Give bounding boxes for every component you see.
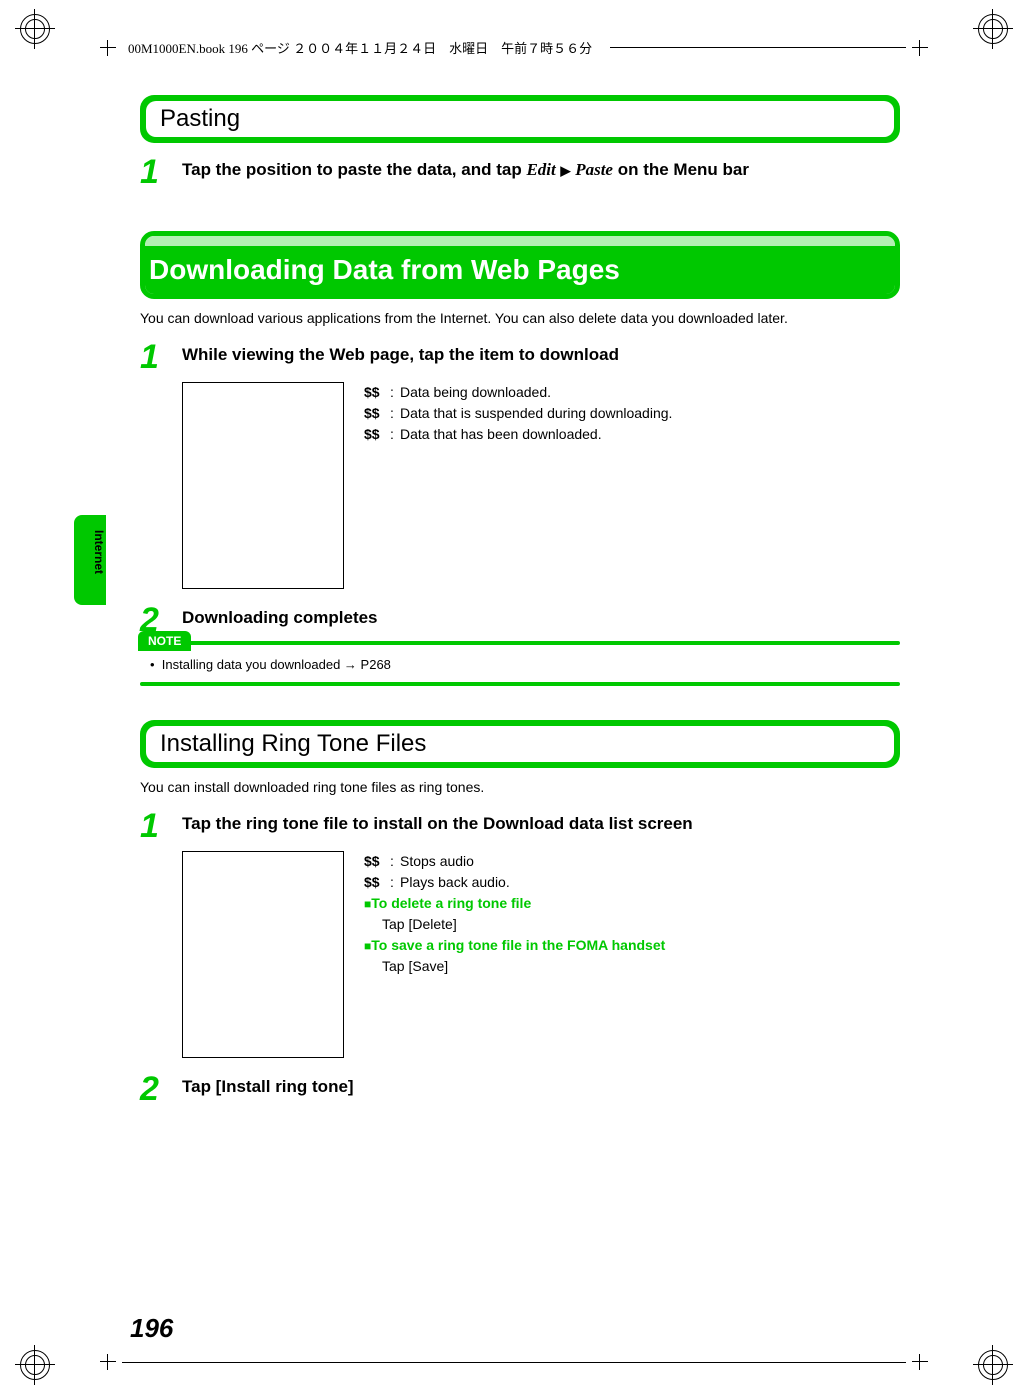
- section-heading-ringtone: Installing Ring Tone Files: [140, 720, 900, 768]
- step-number-icon: 1: [140, 340, 182, 374]
- section-heading-text: Downloading Data from Web Pages: [145, 246, 895, 294]
- print-header: 00M1000EN.book 196 ページ ２００４年１１月２４日 水曜日 午…: [100, 38, 928, 57]
- step-text: Tap [Install ring tone]: [182, 1072, 354, 1099]
- section-heading-pasting: Pasting: [140, 95, 900, 143]
- step-row: 1 Tap the ring tone file to install on t…: [140, 809, 900, 843]
- step-row: 1 While viewing the Web page, tap the it…: [140, 340, 900, 374]
- step-row: 2 Tap [Install ring tone]: [140, 1072, 900, 1106]
- section-heading-text: Pasting: [146, 101, 894, 137]
- step-text: Downloading completes: [182, 603, 378, 630]
- legend: $$:Data being downloaded. $$:Data that i…: [364, 382, 672, 445]
- section-intro: You can download various applications fr…: [140, 309, 900, 328]
- step-text: Tap the ring tone file to install on the…: [182, 809, 693, 836]
- step-row: 1 Tap the position to paste the data, an…: [140, 155, 900, 189]
- legend: $$:Stops audio $$:Plays back audio. ■To …: [364, 851, 665, 977]
- print-footer: [100, 1354, 928, 1370]
- note-text: Installing data you downloaded → P268: [162, 657, 391, 672]
- page-number: 196: [130, 1313, 173, 1344]
- section-heading-downloading: Downloading Data from Web Pages: [140, 231, 900, 299]
- section-intro: You can install downloaded ring tone fil…: [140, 778, 900, 797]
- step-text: Tap the position to paste the data, and …: [182, 155, 749, 182]
- screenshot-placeholder: [182, 382, 344, 589]
- chapter-tab-label: Internet: [92, 530, 106, 574]
- step-number-icon: 2: [140, 1072, 182, 1106]
- section-heading-text: Installing Ring Tone Files: [146, 726, 894, 762]
- registration-mark: [20, 1350, 50, 1380]
- registration-mark: [978, 1350, 1008, 1380]
- registration-mark: [978, 14, 1008, 44]
- step-text: While viewing the Web page, tap the item…: [182, 340, 619, 367]
- step-number-icon: 1: [140, 155, 182, 189]
- print-header-text: 00M1000EN.book 196 ページ ２００４年１１月２４日 水曜日 午…: [128, 38, 592, 57]
- note-label: NOTE: [138, 631, 191, 651]
- screenshot-placeholder: [182, 851, 344, 1058]
- note-box: NOTE • Installing data you downloaded → …: [140, 641, 900, 686]
- registration-mark: [20, 14, 50, 44]
- step-number-icon: 1: [140, 809, 182, 843]
